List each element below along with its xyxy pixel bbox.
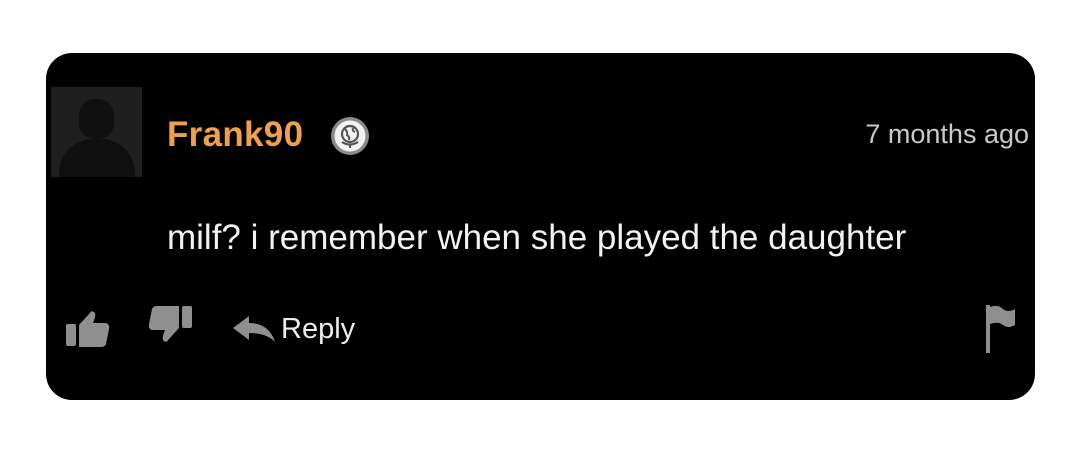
avatar-head bbox=[79, 99, 114, 139]
thumbs-down-icon bbox=[146, 303, 194, 347]
comment-timestamp: 7 months ago bbox=[865, 119, 1029, 149]
dislike-button[interactable] bbox=[146, 303, 194, 347]
username[interactable]: Frank90 bbox=[167, 115, 303, 155]
thumbs-up-icon bbox=[64, 306, 112, 350]
comment-text: milf? i remember when she played the dau… bbox=[167, 218, 907, 257]
reply-button[interactable]: Reply bbox=[231, 309, 355, 349]
avatar-shoulders bbox=[59, 139, 135, 177]
reply-label: Reply bbox=[281, 313, 356, 345]
avatar[interactable] bbox=[51, 87, 142, 177]
flag-button[interactable] bbox=[984, 303, 1018, 355]
like-button[interactable] bbox=[64, 306, 112, 350]
reply-arrow-icon bbox=[231, 314, 277, 344]
globe-icon bbox=[329, 115, 371, 157]
flag-icon bbox=[984, 303, 1018, 355]
comment-card: Frank90 7 months ago milf? i remember wh… bbox=[46, 53, 1035, 400]
